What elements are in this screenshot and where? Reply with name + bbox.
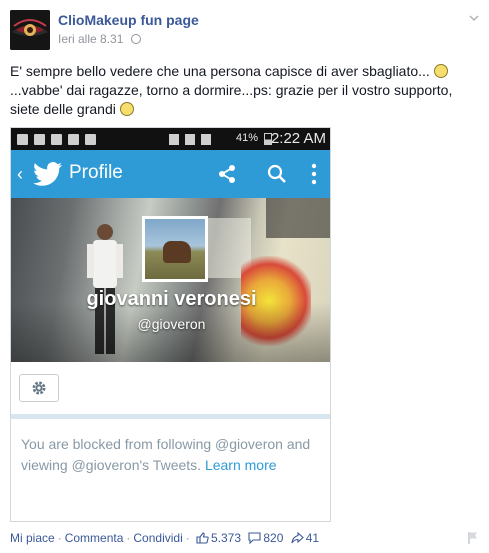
shares-count[interactable]: 41 <box>306 531 319 545</box>
notification-icon <box>68 134 79 145</box>
status-time: 2:22 AM <box>270 130 326 147</box>
comment-icon[interactable] <box>248 532 261 544</box>
signal-icon <box>201 134 211 145</box>
wifi-icon <box>185 134 195 145</box>
like-link[interactable]: Mi piace <box>10 531 55 545</box>
likes-count[interactable]: 5.373 <box>211 531 241 545</box>
gear-icon <box>32 381 46 395</box>
twitter-bird-icon <box>33 162 63 186</box>
page-avatar[interactable] <box>10 10 50 50</box>
blocked-notice: You are blocked from following @gioveron… <box>21 434 321 476</box>
share-icon[interactable] <box>217 164 237 184</box>
comments-count[interactable]: 820 <box>263 531 283 545</box>
share-link[interactable]: Condividi <box>133 531 182 545</box>
profile-display-name: giovanni veronesi <box>86 288 257 310</box>
unamused-emoji-icon <box>433 64 448 78</box>
more-options-icon[interactable] <box>311 163 317 185</box>
engagement-counts: 5.373 820 41 <box>196 531 319 545</box>
post-text-line2: ...vabbe' dai ragazze, torno a dormire..… <box>10 82 453 98</box>
chevron-down-icon[interactable] <box>468 12 480 24</box>
app-title: Profile <box>69 162 123 183</box>
timestamp-text: Ieri alle 8.31 <box>58 32 124 46</box>
phone-status-bar: 41% 2:22 AM <box>11 128 330 150</box>
share-arrow-icon[interactable] <box>291 532 304 544</box>
blocked-line1: You are blocked from following @gioveron… <box>21 436 311 452</box>
section-divider <box>11 414 330 419</box>
globe-icon <box>130 34 141 44</box>
cover-artwork <box>266 198 330 238</box>
learn-more-link[interactable]: Learn more <box>205 457 277 473</box>
profile-avatar[interactable] <box>142 216 208 282</box>
flag-icon[interactable] <box>467 531 479 545</box>
instagram-icon <box>51 134 62 145</box>
comment-link[interactable]: Commenta <box>65 531 124 545</box>
status-right-icons <box>169 133 217 148</box>
page-name-link[interactable]: ClioMakeup fun page <box>58 12 199 28</box>
post-text-line1: E' sempre bello vedere che una persona c… <box>10 62 480 81</box>
post-text-line3: siete delle grandi <box>10 100 480 119</box>
settings-button[interactable] <box>19 374 59 402</box>
profile-handle: @gioveron <box>137 316 206 332</box>
notification-icon <box>34 134 45 145</box>
status-left-icons <box>17 133 102 148</box>
notification-icon <box>17 134 28 145</box>
back-arrow-icon[interactable]: ‹ <box>17 164 23 185</box>
attached-screenshot[interactable]: 41% 2:22 AM ‹ Profile giovanni veronesi … <box>10 127 331 522</box>
horse-rider-image <box>163 241 191 263</box>
voicemail-icon <box>85 134 96 145</box>
blocked-line2: viewing @gioveron's Tweets. Learn more <box>21 455 321 476</box>
search-icon[interactable] <box>267 164 287 184</box>
cover-shade <box>11 302 330 362</box>
post-timestamp[interactable]: Ieri alle 8.31 <box>58 32 141 46</box>
post-text-line3-content: siete delle grandi <box>10 101 116 117</box>
mute-icon <box>169 134 179 145</box>
thumbs-up-icon[interactable] <box>196 532 209 544</box>
post-text-line1-content: E' sempre bello vedere che una persona c… <box>10 63 430 79</box>
post-header: ClioMakeup fun page Ieri alle 8.31 <box>10 10 480 54</box>
twitter-app-bar: ‹ Profile <box>11 150 330 198</box>
battery-percent: 41% <box>235 132 258 144</box>
post-text: E' sempre bello vedere che una persona c… <box>10 62 480 119</box>
smile-emoji-icon <box>119 102 134 116</box>
blocked-line2-text: viewing @gioveron's Tweets. <box>21 457 202 473</box>
